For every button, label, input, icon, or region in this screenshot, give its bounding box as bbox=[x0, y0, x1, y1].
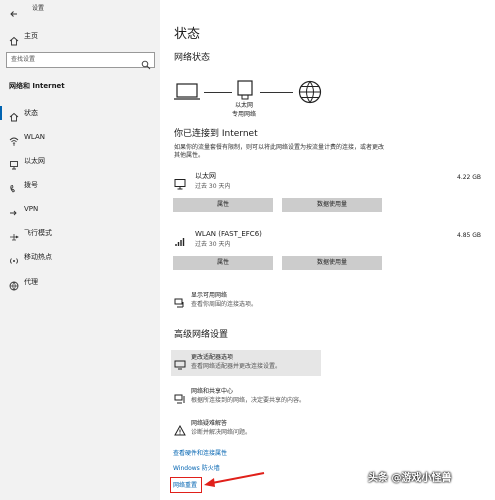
data-usage: 4.85 GB bbox=[457, 232, 482, 239]
page-title: 状态 bbox=[174, 27, 201, 42]
sidebar-section-title: 网络和 Internet bbox=[9, 82, 65, 90]
sidebar-item-label: 拨号 bbox=[24, 181, 38, 189]
wlan-connection: WLAN (FAST_EFC6) 过去 30 天内 4.85 GB 属性 数据使… bbox=[160, 228, 495, 278]
warning-icon bbox=[174, 422, 186, 436]
connection-sub: 过去 30 天内 bbox=[195, 183, 231, 190]
dialup-icon bbox=[9, 179, 19, 193]
sidebar-item-label: 移动热点 bbox=[24, 253, 52, 261]
data-usage: 4.22 GB bbox=[457, 174, 482, 181]
globe-icon bbox=[298, 80, 322, 104]
sidebar-item-label: 以太网 bbox=[24, 157, 45, 165]
adapter-options-desc: 查看网络适配器并更改连接设置。 bbox=[191, 363, 282, 370]
sidebar-item-dialup[interactable]: 拨号 bbox=[0, 174, 160, 196]
connected-heading: 你已连接到 Internet bbox=[174, 129, 258, 139]
properties-button[interactable]: 属性 bbox=[173, 198, 273, 212]
sharing-center-title: 网络和共享中心 bbox=[191, 388, 234, 395]
vpn-icon bbox=[9, 203, 19, 216]
sharing-center-icon bbox=[174, 390, 186, 404]
network-icon bbox=[174, 294, 186, 308]
sidebar-item-wlan[interactable]: WLAN bbox=[0, 126, 160, 148]
sidebar-item-label: WLAN bbox=[24, 133, 46, 141]
troubleshooter-desc: 诊断并解决网络问题。 bbox=[191, 429, 252, 436]
home-link[interactable]: 主页 bbox=[24, 32, 38, 41]
watermark: 头条 @游戏小怪兽 bbox=[368, 473, 452, 484]
sidebar: 设置 主页 查找设置 网络和 Internet 状态 WLAN 以太网 拨号 V… bbox=[0, 0, 160, 500]
window-title: 设置 bbox=[32, 5, 45, 12]
main-panel: 状态 网络状态 以太网 专用网络 你已连接到 Internet 如果你的流量套餐… bbox=[160, 0, 495, 500]
back-arrow-icon[interactable] bbox=[9, 4, 19, 17]
home-icon[interactable] bbox=[9, 31, 19, 46]
connection-sub: 过去 30 天内 bbox=[195, 241, 231, 248]
show-networks-item[interactable]: 显示可用网络 查看你周围的连接选项。 bbox=[160, 291, 495, 313]
connection-name: 以太网 bbox=[195, 172, 216, 180]
adapter-options-title: 更改适配器选项 bbox=[191, 354, 234, 361]
hardware-properties-link[interactable]: 查看硬件和连接属性 bbox=[173, 450, 227, 458]
network-status-heading: 网络状态 bbox=[174, 53, 211, 63]
search-box[interactable]: 查找设置 bbox=[6, 52, 155, 70]
data-usage-button[interactable]: 数据使用量 bbox=[282, 256, 382, 270]
ethernet-icon bbox=[9, 155, 19, 170]
sidebar-item-ethernet[interactable]: 以太网 bbox=[0, 150, 160, 172]
search-icon[interactable] bbox=[141, 55, 151, 70]
search-placeholder: 查找设置 bbox=[11, 56, 36, 63]
hotspot-icon bbox=[9, 251, 19, 264]
computer-icon bbox=[174, 82, 200, 102]
wifi-icon bbox=[9, 131, 19, 146]
show-networks-title: 显示可用网络 bbox=[191, 292, 228, 299]
highlight-box bbox=[170, 477, 202, 493]
sidebar-item-proxy[interactable]: 代理 bbox=[0, 271, 160, 293]
sidebar-item-label: 状态 bbox=[24, 109, 38, 117]
show-networks-desc: 查看你周围的连接选项。 bbox=[191, 301, 258, 308]
sidebar-item-label: VPN bbox=[24, 205, 39, 213]
ethernet-icon bbox=[237, 80, 253, 100]
sidebar-item-label: 代理 bbox=[24, 278, 38, 286]
proxy-globe-icon bbox=[9, 276, 19, 291]
properties-button[interactable]: 属性 bbox=[173, 256, 273, 270]
ethernet-connection: 以太网 过去 30 天内 4.22 GB 属性 数据使用量 bbox=[160, 170, 495, 220]
troubleshooter-item[interactable]: 网络疑难解答 诊断并解决网络问题。 bbox=[171, 416, 321, 442]
sidebar-item-vpn[interactable]: VPN bbox=[0, 198, 160, 220]
sharing-center-desc: 根据所连接到的网络，决定要共享的内容。 bbox=[191, 397, 306, 404]
data-usage-button[interactable]: 数据使用量 bbox=[282, 198, 382, 212]
troubleshooter-title: 网络疑难解答 bbox=[191, 420, 228, 427]
adapter-icon bbox=[174, 356, 186, 370]
advanced-heading: 高级网络设置 bbox=[174, 330, 229, 340]
airplane-icon bbox=[9, 227, 19, 241]
network-diagram: 以太网 专用网络 bbox=[160, 75, 495, 125]
monitor-icon bbox=[174, 175, 186, 190]
adapter-options-item[interactable]: 更改适配器选项 查看网络适配器并更改连接设置。 bbox=[171, 350, 321, 376]
sidebar-item-status[interactable]: 状态 bbox=[0, 102, 160, 124]
diagram-label-1: 以太网 bbox=[235, 102, 254, 109]
arrow-icon bbox=[202, 470, 266, 488]
home-globe-icon bbox=[9, 107, 19, 122]
sidebar-item-airplane[interactable]: 飞行模式 bbox=[0, 222, 160, 244]
sidebar-item-label: 飞行模式 bbox=[24, 229, 52, 237]
sharing-center-item[interactable]: 网络和共享中心 根据所连接到的网络，决定要共享的内容。 bbox=[171, 384, 331, 410]
diagram-label-2: 专用网络 bbox=[232, 111, 257, 118]
sidebar-item-hotspot[interactable]: 移动热点 bbox=[0, 246, 160, 268]
connected-description: 如果你的流量套餐有限制，则可以将此网络设置为按流量计费的连接，或者更改其他属性。 bbox=[174, 144, 385, 159]
connection-name: WLAN (FAST_EFC6) bbox=[195, 230, 262, 238]
wifi-icon bbox=[174, 232, 186, 246]
